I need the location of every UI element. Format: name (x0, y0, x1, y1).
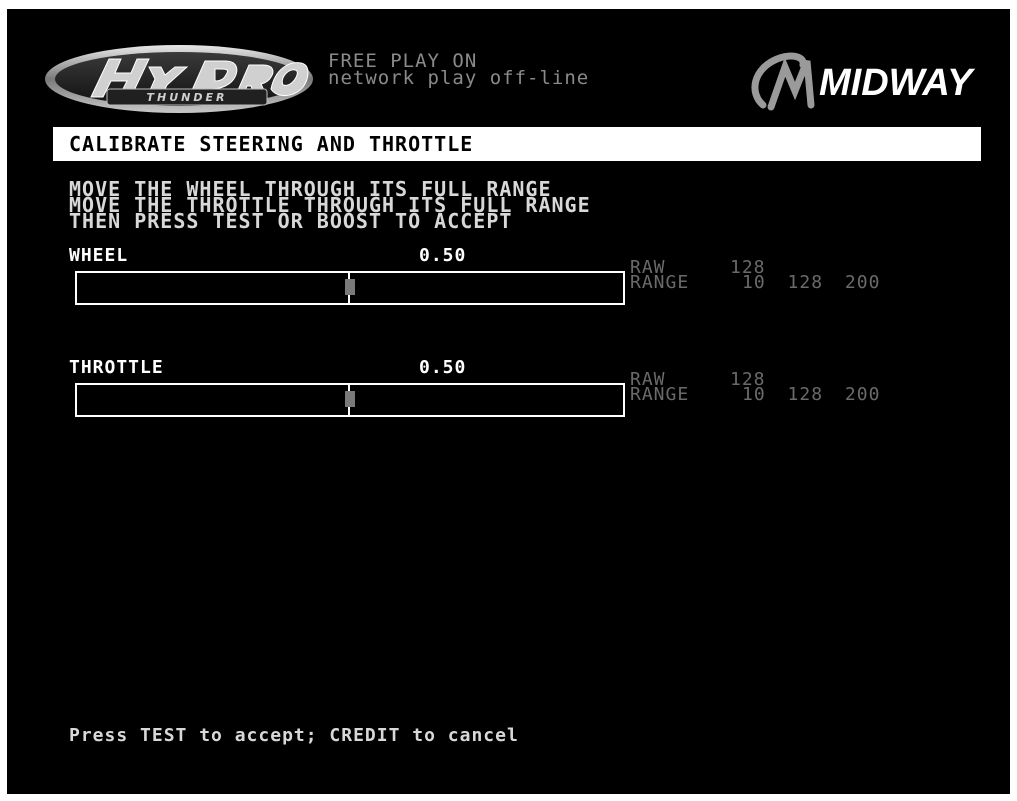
wheel-range-mid: 128 (787, 272, 824, 293)
throttle-range-label: RANGE (630, 384, 690, 405)
midway-logo: MIDWAY (751, 52, 976, 111)
footer-prompt: Press TEST to accept; CREDIT to cancel (69, 725, 519, 746)
wheel-range-max: 200 (844, 272, 881, 293)
wheel-value: 0.50 (419, 245, 467, 266)
instructions: MOVE THE WHEEL THROUGH ITS FULL RANGE MO… (69, 179, 591, 233)
throttle-range-mid: 128 (787, 384, 824, 405)
wheel-bar (75, 271, 625, 305)
wheel-range-min: 10 (742, 272, 766, 293)
wheel-label: WHEEL (69, 245, 129, 266)
svg-text:THUNDER: THUNDER (147, 91, 228, 104)
wheel-range-label: RANGE (630, 272, 690, 293)
throttle-label: THROTTLE (69, 357, 164, 378)
throttle-readout: RAW 128 RANGE 10 128 200 (630, 371, 881, 405)
throttle-value: 0.50 (419, 357, 467, 378)
network-play-status: network play off-line (328, 67, 590, 89)
throttle-range-min: 10 (742, 384, 766, 405)
instruction-line: THEN PRESS TEST OR BOOST TO ACCEPT (69, 209, 513, 233)
midway-logo-text: MIDWAY (819, 62, 976, 104)
network-status: FREE PLAY ON network play off-line (328, 52, 590, 89)
throttle-bar (75, 383, 625, 417)
page-title: CALIBRATE STEERING AND THROTTLE (53, 127, 981, 161)
throttle-position-marker (345, 391, 355, 407)
throttle-range-max: 200 (844, 384, 881, 405)
game-screen: THUNDER FREE PLAY ON network play off-li… (7, 9, 1010, 794)
wheel-position-marker (345, 279, 355, 295)
wheel-readout: RAW 128 RANGE 10 128 200 (630, 259, 881, 293)
